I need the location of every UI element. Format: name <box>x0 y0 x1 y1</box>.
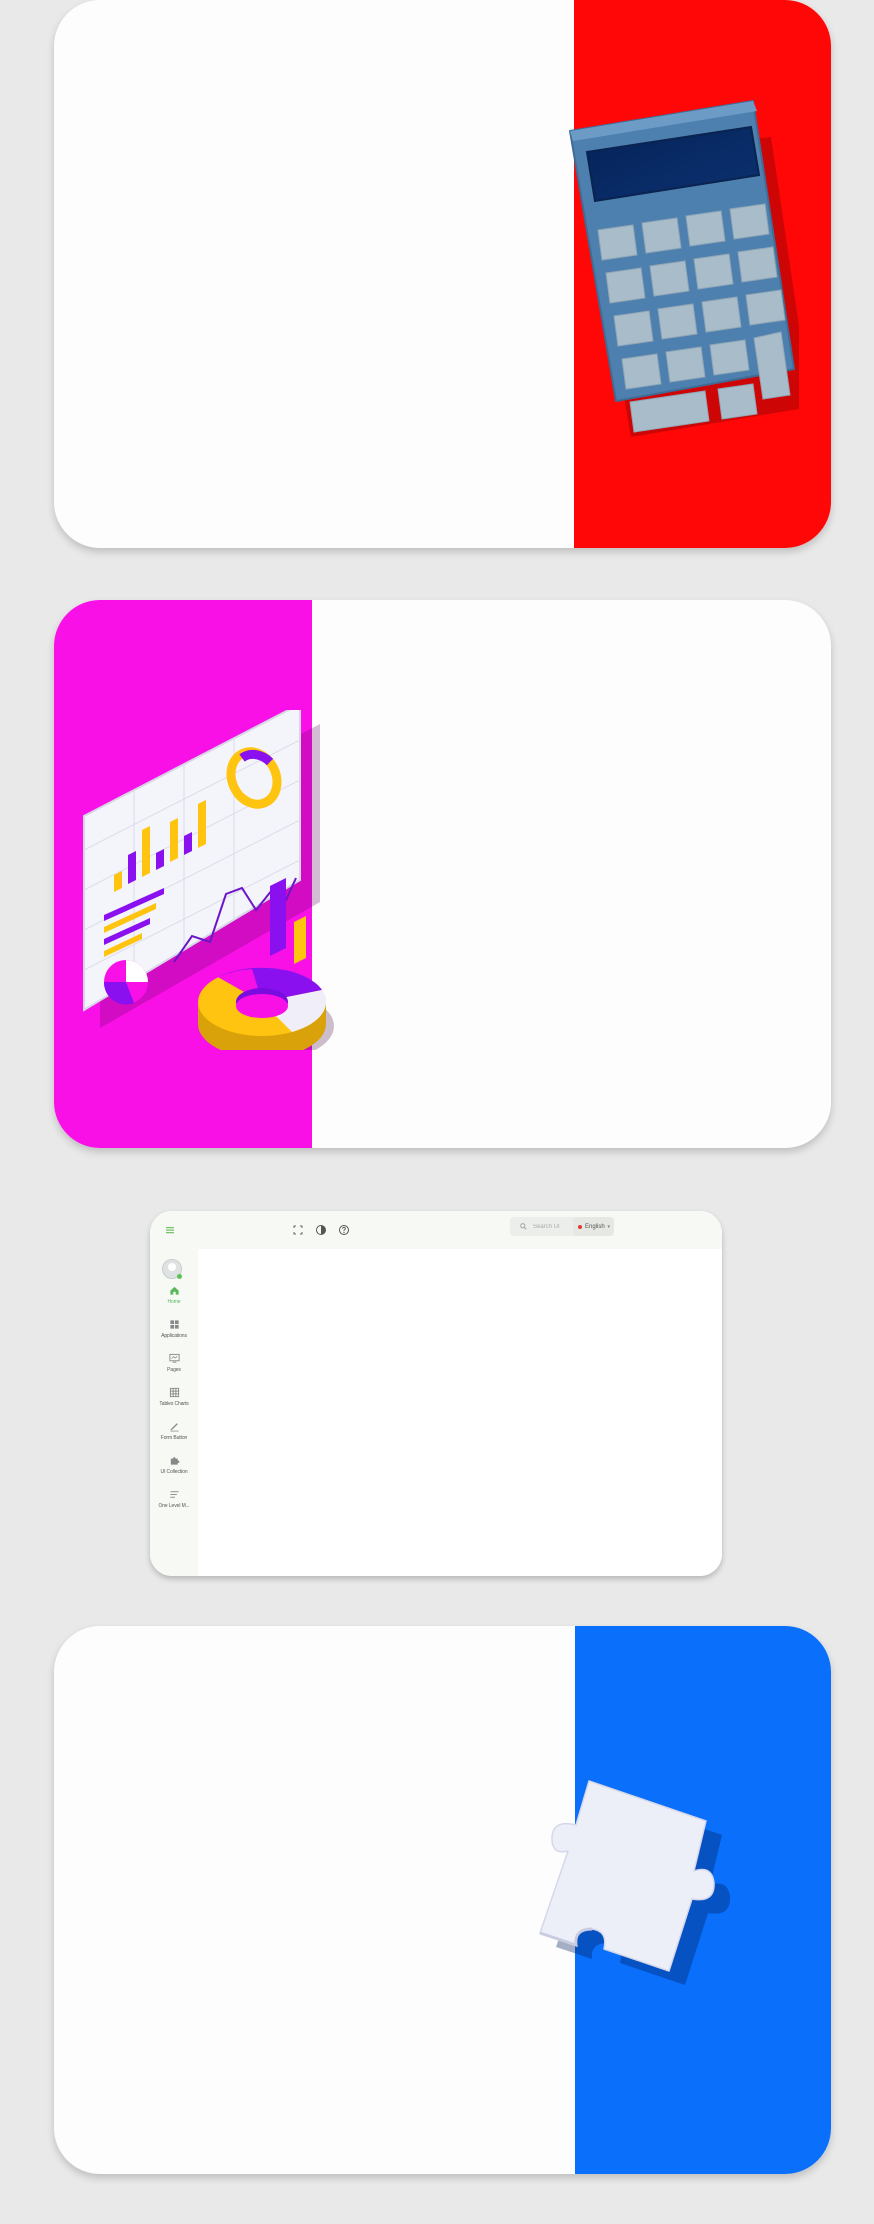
avatar[interactable] <box>162 1259 182 1279</box>
puzzle-icon <box>170 1457 179 1465</box>
sidebar-item-one-level-menu[interactable]: One Level M... <box>150 1489 198 1517</box>
grid-icon <box>169 1320 179 1329</box>
contrast-icon[interactable] <box>315 1224 327 1236</box>
sidebar-item-label: Form Button <box>160 1435 188 1441</box>
calculator-icon <box>569 100 799 437</box>
chevron-down-icon: ▾ <box>607 1223 610 1230</box>
top-bar: English ▾ <box>150 1211 722 1249</box>
dashboard-chart-icon <box>83 710 334 1050</box>
sidebar-item-applications[interactable]: Applications <box>150 1319 198 1347</box>
search-icon <box>520 1223 527 1230</box>
page-monitor-icon <box>168 1353 180 1363</box>
menu-toggle-icon[interactable] <box>164 1224 176 1236</box>
online-status-dot <box>177 1274 182 1279</box>
analytics-card[interactable] <box>54 600 831 1148</box>
home-icon <box>169 1286 179 1295</box>
language-label: English <box>585 1223 605 1230</box>
app-window: English ▾ Home Applications <box>150 1211 722 1576</box>
pencil-icon <box>169 1423 179 1432</box>
puzzle-piece-icon <box>539 1780 731 1985</box>
fullscreen-icon[interactable] <box>292 1224 304 1236</box>
sidebar-item-label: Pages <box>167 1367 181 1373</box>
sidebar-item-home[interactable]: Home <box>150 1285 198 1313</box>
sidebar-item-label: One Level M... <box>158 1503 190 1509</box>
sidebar: Home Applications Pages Tables Charts Fo… <box>150 1249 198 1576</box>
sidebar-item-tables-charts[interactable]: Tables Charts <box>150 1387 198 1415</box>
flag-icon <box>578 1224 582 1229</box>
help-icon[interactable] <box>338 1224 350 1236</box>
sidebar-item-label: Tables Charts <box>159 1401 189 1407</box>
sidebar-item-label: Home <box>167 1299 181 1305</box>
table-icon <box>169 1387 179 1398</box>
sidebar-item-label: UI Collection <box>160 1469 188 1475</box>
text-lines-icon <box>169 1491 179 1498</box>
calculator-card[interactable] <box>54 0 831 548</box>
sidebar-item-pages[interactable]: Pages <box>150 1353 198 1381</box>
language-select[interactable]: English ▾ <box>573 1217 614 1236</box>
sidebar-item-ui-collection[interactable]: UI Collection <box>150 1455 198 1483</box>
sidebar-item-label: Applications <box>161 1333 187 1339</box>
main-content <box>198 1249 722 1576</box>
sidebar-item-form-button[interactable]: Form Button <box>150 1421 198 1449</box>
puzzle-card[interactable] <box>54 1626 831 2174</box>
